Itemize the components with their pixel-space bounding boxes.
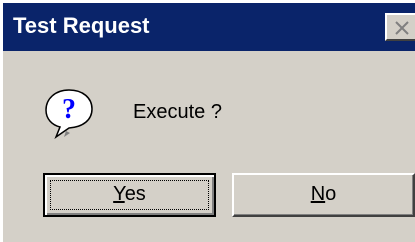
no-accelerator: N: [310, 183, 326, 205]
no-button-label: No: [311, 183, 337, 205]
close-button[interactable]: [385, 13, 415, 41]
no-button[interactable]: No: [232, 173, 415, 217]
dialog-message: Execute ?: [133, 101, 222, 123]
question-icon: ?: [45, 89, 93, 139]
svg-text:?: ?: [62, 94, 76, 125]
no-label-rest: o: [325, 183, 337, 205]
title-bar[interactable]: Test Request: [3, 3, 415, 51]
dialog-window: Test Request ? Execute ? Yes No: [0, 0, 415, 242]
window-title: Test Request: [13, 13, 150, 38]
yes-accelerator: Y: [113, 183, 125, 205]
yes-label-rest: es: [124, 183, 146, 205]
yes-button-label: Yes: [113, 183, 146, 205]
yes-button[interactable]: Yes: [43, 173, 216, 217]
close-icon: [395, 21, 409, 35]
